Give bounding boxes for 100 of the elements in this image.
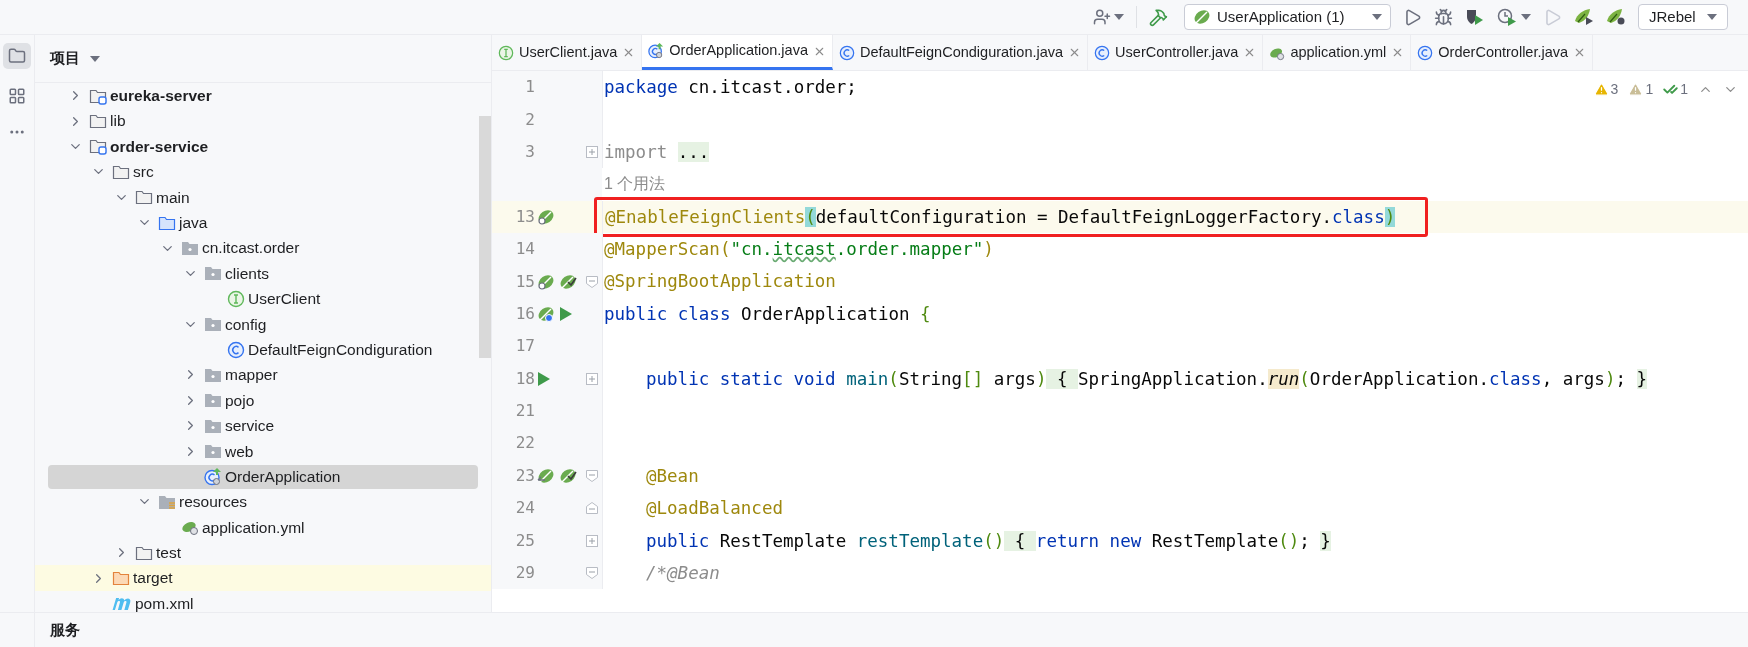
run-config-dropdown[interactable]: UserApplication (1) bbox=[1184, 4, 1391, 30]
code-token: @SpringBootApplication bbox=[604, 271, 836, 292]
editor-tab[interactable]: application.yml bbox=[1263, 35, 1412, 70]
line-number: 29 bbox=[514, 562, 535, 585]
line-number: 18 bbox=[514, 367, 535, 390]
plugin-dropdown[interactable]: JRebel bbox=[1638, 4, 1728, 30]
folder-icon bbox=[8, 47, 26, 65]
hammer-icon[interactable] bbox=[1149, 7, 1168, 27]
folder-icon bbox=[135, 188, 153, 207]
code-token: ) bbox=[1604, 368, 1616, 389]
package-icon bbox=[204, 315, 222, 334]
code-token: itcast bbox=[772, 239, 836, 259]
interface-icon bbox=[227, 289, 245, 308]
tree-item[interactable]: src bbox=[48, 159, 478, 184]
add-user-icon[interactable] bbox=[1093, 8, 1111, 26]
typo-check-icon[interactable] bbox=[1663, 82, 1679, 97]
editor-tab[interactable]: OrderApplication.java bbox=[642, 35, 833, 70]
line-number: 15 bbox=[514, 270, 535, 293]
code-token: { bbox=[920, 303, 931, 324]
spring-leaf-icon bbox=[559, 466, 577, 485]
tree-item[interactable]: DefaultFeignCondiguration bbox=[48, 337, 478, 362]
spring-leaf-icon bbox=[537, 272, 555, 291]
caret-icon bbox=[90, 55, 100, 62]
editor-tab[interactable]: OrderController.java bbox=[1411, 35, 1594, 70]
line-number: 25 bbox=[514, 529, 535, 552]
weak-warning-count[interactable]: 1 bbox=[1645, 79, 1654, 100]
line-number: 14 bbox=[514, 238, 535, 261]
code-token: } bbox=[1320, 530, 1331, 551]
tree-item[interactable]: service bbox=[48, 413, 478, 438]
code-token: @MapperScan( bbox=[604, 239, 731, 259]
tree-item[interactable]: application.yml bbox=[48, 515, 478, 540]
code-token: restTemplate bbox=[856, 530, 984, 551]
line-number: 3 bbox=[524, 140, 535, 163]
caret-icon bbox=[1372, 14, 1382, 20]
run-icon[interactable] bbox=[1403, 7, 1422, 27]
structure-icon[interactable] bbox=[8, 87, 26, 105]
code-token: defaultConfiguration = DefaultFeignLoggerFactory. bbox=[815, 206, 1332, 227]
tree-item[interactable]: lib bbox=[48, 109, 478, 134]
spring-class-icon bbox=[204, 467, 222, 486]
code-token: return new bbox=[1035, 530, 1143, 551]
spring-leaf-icon bbox=[537, 466, 555, 485]
tree-item[interactable]: pojo bbox=[48, 388, 478, 413]
tree-item[interactable]: test bbox=[48, 540, 478, 565]
code-token: package bbox=[604, 77, 679, 98]
code-token: ... bbox=[677, 141, 710, 162]
tree-item[interactable]: main bbox=[48, 185, 478, 210]
editor-tab[interactable]: UserController.java bbox=[1088, 35, 1264, 70]
class-icon bbox=[838, 44, 855, 61]
warning-count[interactable]: 3 bbox=[1610, 79, 1619, 100]
tree-item[interactable]: UserClient bbox=[48, 286, 478, 311]
package-icon bbox=[204, 264, 222, 283]
run-icon[interactable] bbox=[537, 370, 551, 387]
spring-leaf-icon bbox=[559, 272, 577, 291]
tree-item[interactable]: java bbox=[48, 210, 478, 235]
tree-item[interactable]: config bbox=[48, 312, 478, 337]
code-token: ) bbox=[983, 239, 994, 259]
tree-item[interactable]: order-service bbox=[48, 134, 478, 159]
services-panel-title[interactable]: 服务 bbox=[50, 618, 80, 642]
tree-item[interactable]: clients bbox=[48, 261, 478, 286]
package-icon bbox=[204, 442, 222, 461]
tree-item[interactable]: eureka-server bbox=[48, 83, 478, 108]
line-number: 21 bbox=[514, 400, 535, 423]
panel-title[interactable]: 项目 bbox=[50, 47, 80, 70]
editor-tab[interactable]: DefaultFeignCondiguration.java bbox=[832, 35, 1089, 70]
line-number: 1 bbox=[524, 76, 535, 99]
module-icon bbox=[89, 137, 107, 156]
tree-item[interactable]: resources bbox=[48, 489, 478, 514]
spring-class-icon bbox=[648, 43, 665, 59]
class-icon bbox=[1417, 44, 1434, 61]
tree-item[interactable]: cn.itcast.order bbox=[48, 236, 478, 261]
code-token: @EnableFeignClients bbox=[605, 206, 806, 227]
line-number: 23 bbox=[514, 464, 535, 487]
coverage-icon[interactable] bbox=[1465, 8, 1485, 26]
tree-item[interactable]: mapper bbox=[48, 363, 478, 387]
code-token: () bbox=[983, 530, 1005, 551]
code-token: public bbox=[646, 530, 711, 551]
line-number: 13 bbox=[514, 205, 535, 228]
code-token: ( bbox=[888, 368, 899, 389]
tree-item[interactable]: web bbox=[48, 439, 478, 464]
code-token: run bbox=[1267, 368, 1300, 389]
code-token: SpringApplication. bbox=[1078, 368, 1268, 389]
code-token: "cn. bbox=[730, 239, 773, 259]
run-icon[interactable] bbox=[559, 305, 573, 322]
debug-icon[interactable] bbox=[1434, 7, 1453, 27]
code-token: OrderApplication. bbox=[1309, 368, 1489, 389]
tree-item[interactable]: pom.xml bbox=[48, 591, 478, 616]
folder-icon bbox=[89, 112, 107, 131]
code-token: public static void bbox=[646, 368, 837, 389]
class-icon bbox=[227, 340, 245, 359]
profiler-icon[interactable] bbox=[1497, 8, 1517, 26]
code-token: [] bbox=[962, 368, 984, 389]
tree-item[interactable]: OrderApplication bbox=[48, 464, 478, 489]
project-tool-button[interactable] bbox=[3, 43, 31, 69]
typo-count[interactable]: 1 bbox=[1680, 79, 1688, 100]
usage-hint[interactable]: 1 个用法 bbox=[604, 172, 666, 197]
scrollbar-thumb[interactable] bbox=[479, 116, 491, 358]
line-number: 16 bbox=[514, 302, 535, 325]
code-token: ; bbox=[1615, 368, 1627, 389]
code-token: } bbox=[1636, 368, 1648, 389]
code-token: { bbox=[1004, 530, 1036, 551]
